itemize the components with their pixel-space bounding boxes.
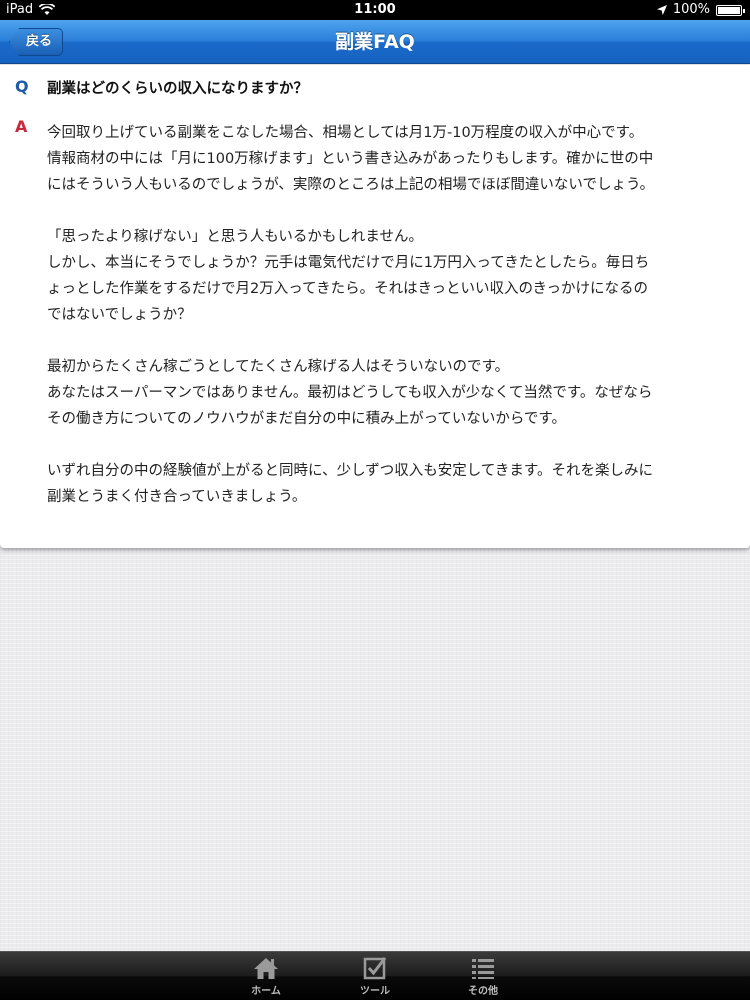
status-time: 11:00 (354, 2, 396, 17)
battery-percent: 100% (672, 2, 710, 17)
tab-tools-label: ツール (360, 986, 390, 997)
home-icon (254, 958, 278, 979)
answer-line: 副業とうまく付き合っていきましょう。 (47, 489, 307, 505)
tab-bar: ホーム ツール その他 (0, 951, 750, 1000)
tab-home-label: ホーム (251, 986, 281, 997)
back-button[interactable]: 戻る (9, 28, 64, 56)
question-text: 副業はどのくらいの収入になりますか？ (47, 81, 308, 97)
answer-paragraph: 「思ったより稼げない」と思う人もいるかもしれません。 しかし、本当にそうでしょう… (47, 224, 719, 328)
answer-body: 今回取り上げている副業をこなした場合、相場としては月1万-10万程度の収入が中心… (47, 120, 719, 510)
location-arrow-icon (656, 5, 667, 15)
answer-paragraph: 今回取り上げている副業をこなした場合、相場としては月1万-10万程度の収入が中心… (47, 120, 719, 198)
tab-other-label: その他 (468, 986, 498, 997)
battery-icon (716, 4, 745, 16)
answer-line: 今回取り上げている副業をこなした場合、相場としては月1万-10万程度の収入が中心… (47, 125, 644, 141)
list-icon (472, 959, 494, 979)
answer-line: ではないでしょうか？ (47, 307, 192, 323)
tab-other[interactable]: その他 (443, 952, 523, 1000)
answer-line: にはそういう人もいるのでしょうが、実際のところは上記の相場でほぼ間違いないでしょ… (47, 177, 655, 193)
answer-line: いずれ自分の中の経験値が上がると同時に、少しずつ収入も安定してきます。それを楽し… (47, 463, 653, 479)
answer-line: ょっとした作業をするだけで月2万入ってきたら。それはきっといい収入のきっかけにな… (47, 281, 648, 297)
answer-marker: A (15, 117, 28, 136)
answer-paragraph: いずれ自分の中の経験値が上がると同時に、少しずつ収入も安定してきます。それを楽し… (47, 458, 719, 510)
answer-line: その働き方についてのノウハウがまだ自分の中に積み上がっていないからです。 (47, 411, 566, 427)
answer-line: あなたはスーパーマンではありません。最初はどうしても収入が少なくて当然です。なぜ… (47, 385, 653, 401)
tab-home[interactable]: ホーム (226, 952, 306, 1000)
answer-line: 情報商材の中には「月に100万稼げます」という書き込みがあったりもします。確かに… (47, 151, 654, 167)
status-right: 100% (656, 0, 745, 20)
answer-line: 「思ったより稼げない」と思う人もいるかもしれません。 (47, 229, 423, 245)
status-bar: iPad 11:00 100% (0, 0, 750, 20)
navigation-bar: 副業FAQ 戻る (0, 20, 750, 64)
answer-line: 最初からたくさん稼ごうとしてたくさん稼げる人はそういないのです。 (47, 359, 510, 375)
answer-line: しかし、本当にそうでしょうか？元手は電気代だけで月に1万円入ってきたとしたら。毎… (47, 255, 650, 271)
answer-paragraph: 最初からたくさん稼ごうとしてたくさん稼げる人はそういないのです。 あなたはスーパ… (47, 354, 719, 432)
question-marker: Q (15, 77, 29, 96)
checkbox-icon (363, 957, 387, 980)
page-title: 副業FAQ (335, 31, 415, 53)
tab-tools[interactable]: ツール (335, 952, 415, 1000)
faq-card: Q 副業はどのくらいの収入になりますか？ A 今回取り上げている副業をこなした場… (0, 65, 750, 548)
